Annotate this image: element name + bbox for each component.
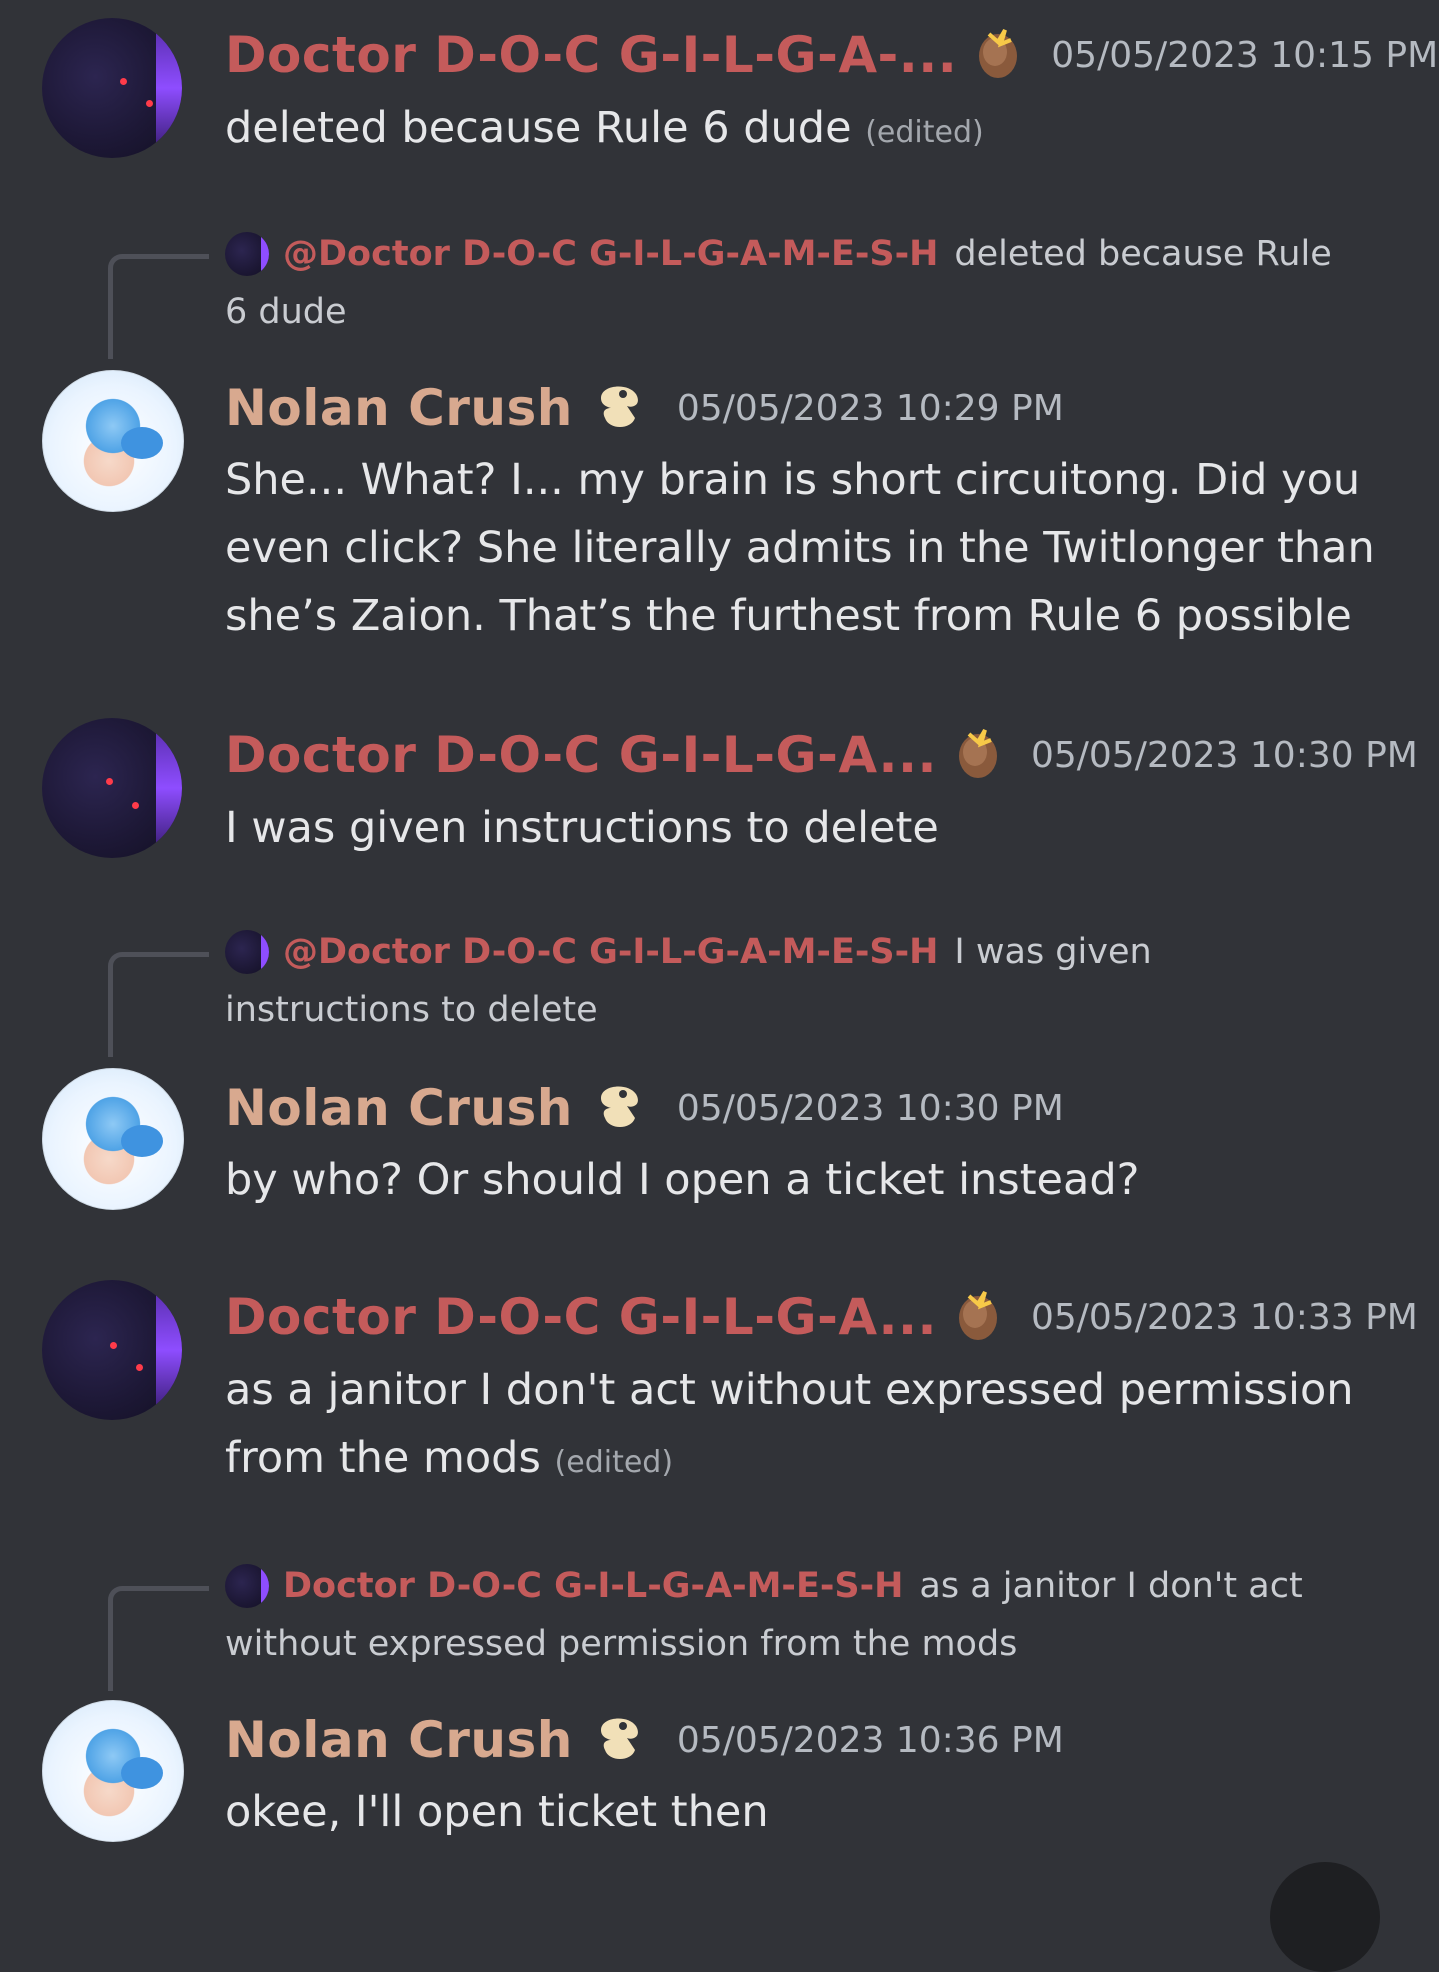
- potato-icon: [955, 726, 1001, 784]
- avatar[interactable]: [42, 1280, 182, 1420]
- timestamp: 05/05/2023 10:15 PM: [1051, 34, 1439, 76]
- reply-text: as a janitor I don't act: [919, 1566, 1303, 1606]
- reply-avatar: [225, 232, 269, 276]
- timestamp: 05/05/2023 10:30 PM: [676, 1087, 1064, 1129]
- timestamp: 05/05/2023 10:36 PM: [676, 1719, 1064, 1761]
- username[interactable]: Nolan Crush: [225, 1711, 573, 1769]
- potato-icon: [975, 26, 1021, 84]
- avatar[interactable]: [42, 370, 184, 512]
- message-content: She... What? I... my brain is short circ…: [225, 455, 1375, 641]
- reply-text: deleted because Rule: [954, 234, 1332, 274]
- reply-avatar: [225, 930, 269, 974]
- message-content: deleted because Rule 6 dude (edited): [225, 103, 984, 153]
- tooth-icon: [591, 378, 647, 438]
- message-content: by who? Or should I open a ticket instea…: [225, 1155, 1140, 1205]
- message-content: okee, I'll open ticket then: [225, 1787, 769, 1837]
- reply-text-continued: instructions to delete: [225, 990, 598, 1030]
- reply-text-continued: 6 dude: [225, 292, 347, 332]
- avatar[interactable]: [42, 1700, 184, 1842]
- username[interactable]: Doctor D-O-C G-I-L-G-A...: [225, 726, 937, 784]
- avatar[interactable]: [42, 18, 182, 158]
- jump-to-present-button[interactable]: [1270, 1862, 1380, 1972]
- reply-author[interactable]: @Doctor D-O-C G-I-L-G-A-M-E-S-H: [283, 234, 938, 274]
- tooth-icon: [591, 1710, 647, 1770]
- timestamp: 05/05/2023 10:33 PM: [1030, 1296, 1418, 1338]
- reply-author[interactable]: Doctor D-O-C G-I-L-G-A-M-E-S-H: [283, 1566, 903, 1606]
- reply-text-continued: without expressed permission from the mo…: [225, 1624, 1018, 1664]
- reply-avatar: [225, 1564, 269, 1608]
- timestamp: 05/05/2023 10:29 PM: [676, 387, 1064, 429]
- username[interactable]: Nolan Crush: [225, 1079, 573, 1137]
- username[interactable]: Nolan Crush: [225, 379, 573, 437]
- edited-label: (edited): [865, 115, 984, 150]
- avatar[interactable]: [42, 1068, 184, 1210]
- timestamp: 05/05/2023 10:30 PM: [1030, 734, 1418, 776]
- message-content: I was given instructions to delete: [225, 803, 939, 853]
- avatar[interactable]: [42, 718, 182, 858]
- potato-icon: [955, 1288, 1001, 1346]
- username[interactable]: Doctor D-O-C G-I-L-G-A-...: [225, 26, 957, 84]
- reply-text: I was given: [954, 932, 1152, 972]
- tooth-icon: [591, 1078, 647, 1138]
- reply-author[interactable]: @Doctor D-O-C G-I-L-G-A-M-E-S-H: [283, 932, 938, 972]
- message-content: as a janitor I don't act without express…: [225, 1365, 1354, 1483]
- edited-label: (edited): [554, 1445, 674, 1480]
- username[interactable]: Doctor D-O-C G-I-L-G-A...: [225, 1288, 937, 1346]
